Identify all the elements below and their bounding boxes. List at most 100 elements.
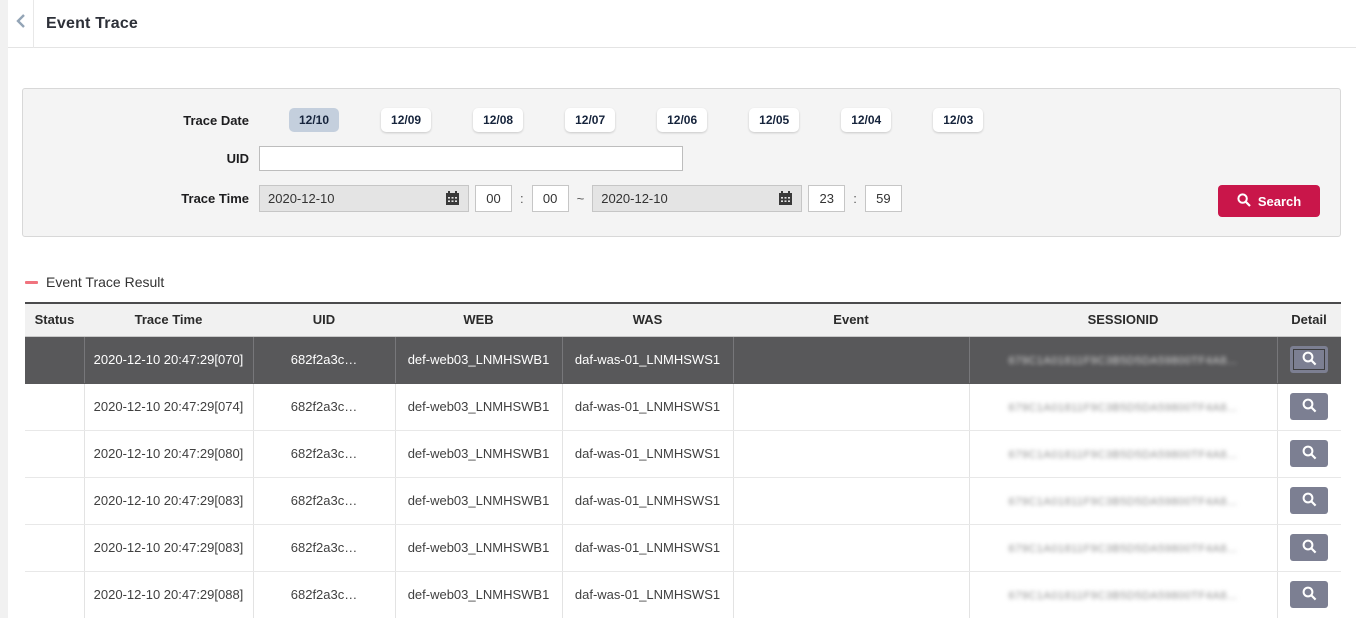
- trace-date-chip[interactable]: 12/07: [565, 108, 615, 132]
- table-row[interactable]: 2020-12-10 20:47:29[074] 682f2a3c… def-w…: [25, 383, 1341, 430]
- detail-button[interactable]: [1290, 581, 1328, 608]
- table-header: StatusTrace TimeUIDWEBWASEventSESSIONIDD…: [25, 303, 1341, 336]
- cell-sessionid: 679C1A01811F9C3B5D5DA59800TF4A8...: [969, 477, 1277, 524]
- calendar-icon: [778, 191, 793, 206]
- calendar-icon: [445, 191, 460, 206]
- start-date-picker[interactable]: 2020-12-10: [259, 185, 469, 212]
- trace-time-label: Trace Time: [23, 191, 249, 206]
- cell-status: [25, 571, 84, 618]
- magnifier-icon: [1302, 445, 1317, 463]
- cell-status: [25, 477, 84, 524]
- search-button[interactable]: Search: [1218, 185, 1320, 217]
- sessionid-blurred-text: 679C1A01811F9C3B5D5DA59800TF4A8...: [1009, 355, 1238, 367]
- chevron-left-icon: [16, 14, 25, 33]
- trace-date-chip[interactable]: 12/06: [657, 108, 707, 132]
- cell-uid: 682f2a3c…: [253, 383, 395, 430]
- table-row[interactable]: 2020-12-10 20:47:29[088] 682f2a3c… def-w…: [25, 571, 1341, 618]
- end-hour-input[interactable]: [808, 185, 845, 212]
- cell-sessionid: 679C1A01811F9C3B5D5DA59800TF4A8...: [969, 383, 1277, 430]
- table-row[interactable]: 2020-12-10 20:47:29[080] 682f2a3c… def-w…: [25, 430, 1341, 477]
- cell-uid: 682f2a3c…: [253, 430, 395, 477]
- cell-detail: [1277, 477, 1341, 524]
- result-section-header: Event Trace Result: [25, 274, 164, 290]
- detail-button[interactable]: [1290, 534, 1328, 561]
- trace-date-chip[interactable]: 12/05: [749, 108, 799, 132]
- cell-uid: 682f2a3c…: [253, 336, 395, 383]
- cell-detail: [1277, 524, 1341, 571]
- cell-trace-time: 2020-12-10 20:47:29[088]: [84, 571, 253, 618]
- cell-detail: [1277, 336, 1341, 383]
- table-header-row: StatusTrace TimeUIDWEBWASEventSESSIONIDD…: [25, 303, 1341, 336]
- cell-event: [733, 336, 969, 383]
- table-row[interactable]: 2020-12-10 20:47:29[070] 682f2a3c… def-w…: [25, 336, 1341, 383]
- end-date-value: 2020-12-10: [601, 191, 668, 206]
- detail-button[interactable]: [1290, 393, 1328, 420]
- result-section-title: Event Trace Result: [46, 274, 164, 290]
- event-trace-result-table: StatusTrace TimeUIDWEBWASEventSESSIONIDD…: [25, 302, 1341, 618]
- trace-date-row: Trace Date 12/10 12/09 12/08 12/07 12/06 12/0…: [23, 108, 1340, 132]
- magnifier-icon: [1302, 492, 1317, 510]
- cell-web: def-web03_LNMHSWB1: [395, 477, 562, 524]
- range-separator: ~: [575, 191, 587, 206]
- end-date-picker[interactable]: 2020-12-10: [592, 185, 802, 212]
- table-row[interactable]: 2020-12-10 20:47:29[083] 682f2a3c… def-w…: [25, 524, 1341, 571]
- trace-date-chip[interactable]: 12/04: [841, 108, 891, 132]
- cell-uid: 682f2a3c…: [253, 524, 395, 571]
- cell-was: daf-was-01_LNMHSWS1: [562, 430, 733, 477]
- column-header: WEB: [395, 303, 562, 336]
- page-title: Event Trace: [46, 15, 138, 33]
- cell-web: def-web03_LNMHSWB1: [395, 383, 562, 430]
- search-icon: [1237, 193, 1251, 210]
- back-button[interactable]: [8, 0, 34, 48]
- uid-row: UID: [23, 146, 1340, 171]
- table-body: 2020-12-10 20:47:29[070] 682f2a3c… def-w…: [25, 336, 1341, 618]
- column-header: Trace Time: [84, 303, 253, 336]
- colon-separator: :: [851, 191, 859, 206]
- cell-detail: [1277, 430, 1341, 477]
- column-header: WAS: [562, 303, 733, 336]
- cell-sessionid: 679C1A01811F9C3B5D5DA59800TF4A8...: [969, 336, 1277, 383]
- magnifier-icon: [1302, 351, 1317, 369]
- sessionid-blurred-text: 679C1A01811F9C3B5D5DA59800TF4A8...: [1009, 496, 1238, 508]
- event-trace-page: Event Trace Trace Date 12/10 12/09 12/08 12…: [0, 0, 1356, 618]
- cell-sessionid: 679C1A01811F9C3B5D5DA59800TF4A8...: [969, 524, 1277, 571]
- start-minute-input[interactable]: [532, 185, 569, 212]
- sessionid-blurred-text: 679C1A01811F9C3B5D5DA59800TF4A8...: [1009, 402, 1238, 414]
- trace-date-label: Trace Date: [23, 113, 249, 128]
- end-minute-input[interactable]: [865, 185, 902, 212]
- cell-event: [733, 524, 969, 571]
- trace-time-row: Trace Time 2020-12-10 : ~ 2020-12-10: [23, 185, 1340, 212]
- cell-was: daf-was-01_LNMHSWS1: [562, 383, 733, 430]
- cell-was: daf-was-01_LNMHSWS1: [562, 336, 733, 383]
- column-header: UID: [253, 303, 395, 336]
- cell-web: def-web03_LNMHSWB1: [395, 571, 562, 618]
- cell-status: [25, 430, 84, 477]
- section-dash-icon: [25, 281, 38, 284]
- cell-event: [733, 571, 969, 618]
- trace-date-chip[interactable]: 12/09: [381, 108, 431, 132]
- cell-event: [733, 477, 969, 524]
- trace-date-chip[interactable]: 12/03: [933, 108, 983, 132]
- cell-sessionid: 679C1A01811F9C3B5D5DA59800TF4A8...: [969, 571, 1277, 618]
- column-header: Detail: [1277, 303, 1341, 336]
- sessionid-blurred-text: 679C1A01811F9C3B5D5DA59800TF4A8...: [1009, 449, 1238, 461]
- filter-panel: Trace Date 12/10 12/09 12/08 12/07 12/06 12/0…: [22, 88, 1341, 237]
- column-header: Status: [25, 303, 84, 336]
- left-gutter: [0, 0, 8, 618]
- detail-button[interactable]: [1290, 346, 1328, 373]
- cell-event: [733, 430, 969, 477]
- table-row[interactable]: 2020-12-10 20:47:29[083] 682f2a3c… def-w…: [25, 477, 1341, 524]
- cell-detail: [1277, 383, 1341, 430]
- start-date-value: 2020-12-10: [268, 191, 335, 206]
- uid-input[interactable]: [259, 146, 683, 171]
- detail-button[interactable]: [1290, 440, 1328, 467]
- page-header: Event Trace: [8, 0, 1356, 48]
- cell-sessionid: 679C1A01811F9C3B5D5DA59800TF4A8...: [969, 430, 1277, 477]
- cell-status: [25, 336, 84, 383]
- sessionid-blurred-text: 679C1A01811F9C3B5D5DA59800TF4A8...: [1009, 543, 1238, 555]
- start-hour-input[interactable]: [475, 185, 512, 212]
- trace-date-chip[interactable]: 12/10: [289, 108, 339, 132]
- detail-button[interactable]: [1290, 487, 1328, 514]
- trace-date-chip[interactable]: 12/08: [473, 108, 523, 132]
- cell-trace-time: 2020-12-10 20:47:29[080]: [84, 430, 253, 477]
